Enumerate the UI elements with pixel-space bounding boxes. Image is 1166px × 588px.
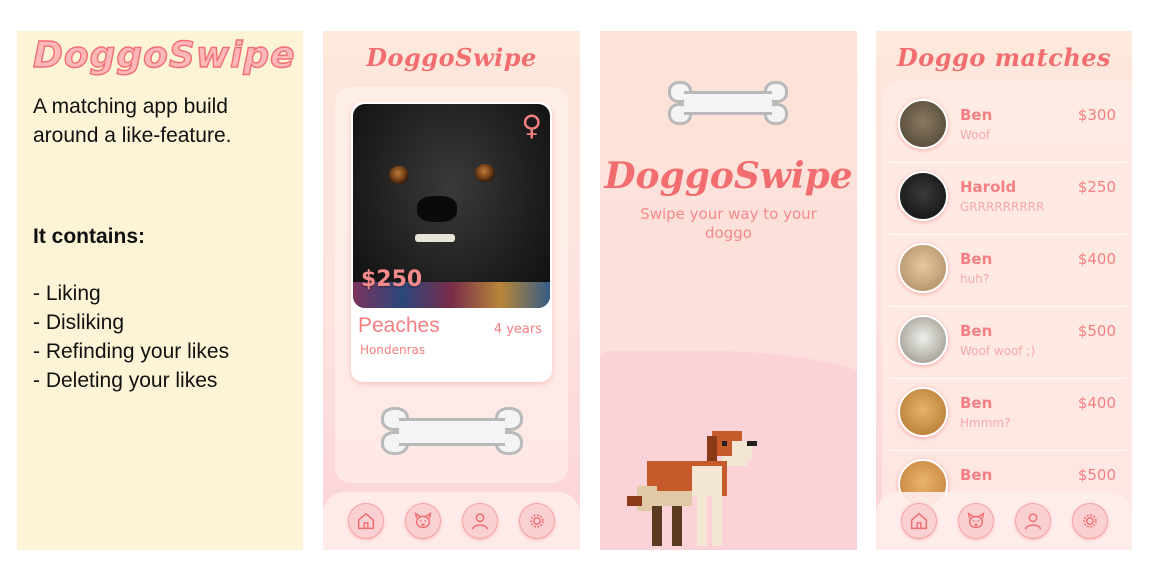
dog-face-icon[interactable] <box>957 503 994 539</box>
match-name: Ben <box>960 322 993 340</box>
contains-heading: It contains: <box>33 225 146 248</box>
profile-icon[interactable] <box>462 503 499 539</box>
bottom-navbar <box>323 492 580 550</box>
avatar <box>898 315 948 365</box>
match-price: $400 <box>1077 394 1116 412</box>
profile-icon[interactable] <box>1014 503 1051 539</box>
card-price: $250 <box>361 267 423 292</box>
pet-age: 4 years <box>493 322 542 337</box>
female-icon: ♀ <box>521 109 542 142</box>
list-item[interactable]: Harold GRRRRRRRRR $250 <box>890 163 1126 235</box>
match-price: $500 <box>1077 322 1116 340</box>
pet-breed: Hondenras <box>360 343 426 357</box>
avatar <box>898 243 948 293</box>
avatar <box>898 387 948 437</box>
splash-screen: DoggoSwipe Swipe your way to your doggo <box>600 31 857 550</box>
match-price: $250 <box>1077 178 1116 196</box>
pet-name: Peaches <box>358 314 440 337</box>
match-name: Ben <box>960 250 993 268</box>
bottom-navbar <box>876 492 1132 550</box>
match-message: huh? <box>960 272 990 286</box>
match-price: $300 <box>1077 106 1116 124</box>
avatar <box>898 171 948 221</box>
dog-card[interactable]: $250 ♀ Peaches 4 years Hondenras <box>351 102 552 382</box>
settings-icon[interactable] <box>1071 503 1108 539</box>
home-icon[interactable] <box>347 503 384 539</box>
feature-list: - Liking - Disliking - Refinding your li… <box>33 279 287 395</box>
screen-title: DoggoSwipe <box>366 43 537 72</box>
feature-item: - Liking <box>33 282 101 305</box>
match-name: Ben <box>960 466 993 484</box>
match-name: Ben <box>960 394 993 412</box>
screen-title: Doggo matches <box>896 43 1112 72</box>
list-item[interactable]: Ben Hmmm? $400 <box>890 379 1126 451</box>
list-item[interactable]: Ben huh? $400 <box>890 235 1126 307</box>
match-price: $500 <box>1077 466 1116 484</box>
match-name: Ben <box>960 106 993 124</box>
feature-item: - Disliking <box>33 311 125 334</box>
match-message: Hmmm? <box>960 416 1011 430</box>
home-icon[interactable] <box>900 503 937 539</box>
intro-text: A matching app build around a like-featu… <box>33 95 232 147</box>
match-message: Woof woof ;) <box>960 344 1036 358</box>
app-logo: DoggoSwipe <box>32 34 296 76</box>
feature-item: - Deleting your likes <box>33 369 218 392</box>
list-item[interactable]: Ben Woof $300 <box>890 91 1126 163</box>
settings-icon[interactable] <box>519 503 556 539</box>
dog-photo: $250 ♀ <box>353 104 550 308</box>
swipe-screen: DoggoSwipe $250 ♀ Peaches 4 years Honden… <box>323 31 580 550</box>
avatar <box>898 99 948 149</box>
pixel-dog-illustration <box>627 431 757 546</box>
list-item[interactable]: Ben Woof woof ;) $500 <box>890 307 1126 379</box>
match-message: Woof <box>960 128 991 142</box>
description-panel: DoggoSwipe A matching app build around a… <box>17 31 303 550</box>
feature-item: - Refinding your likes <box>33 340 230 363</box>
matches-screen: Doggo matches Ben Woof $300 Harold GRRRR… <box>876 31 1132 550</box>
bone-logo <box>668 81 788 125</box>
match-name: Harold <box>960 178 1017 196</box>
dog-face-icon[interactable] <box>404 503 441 539</box>
splash-title: DoggoSwipe <box>604 155 853 197</box>
match-message: GRRRRRRRRR <box>960 200 1045 214</box>
bone-like-button[interactable] <box>381 407 523 457</box>
splash-subtitle: Swipe your way to your doggo <box>640 205 817 242</box>
match-price: $400 <box>1077 250 1116 268</box>
match-list: Ben Woof $300 Harold GRRRRRRRRR $250 Ben… <box>882 81 1132 550</box>
